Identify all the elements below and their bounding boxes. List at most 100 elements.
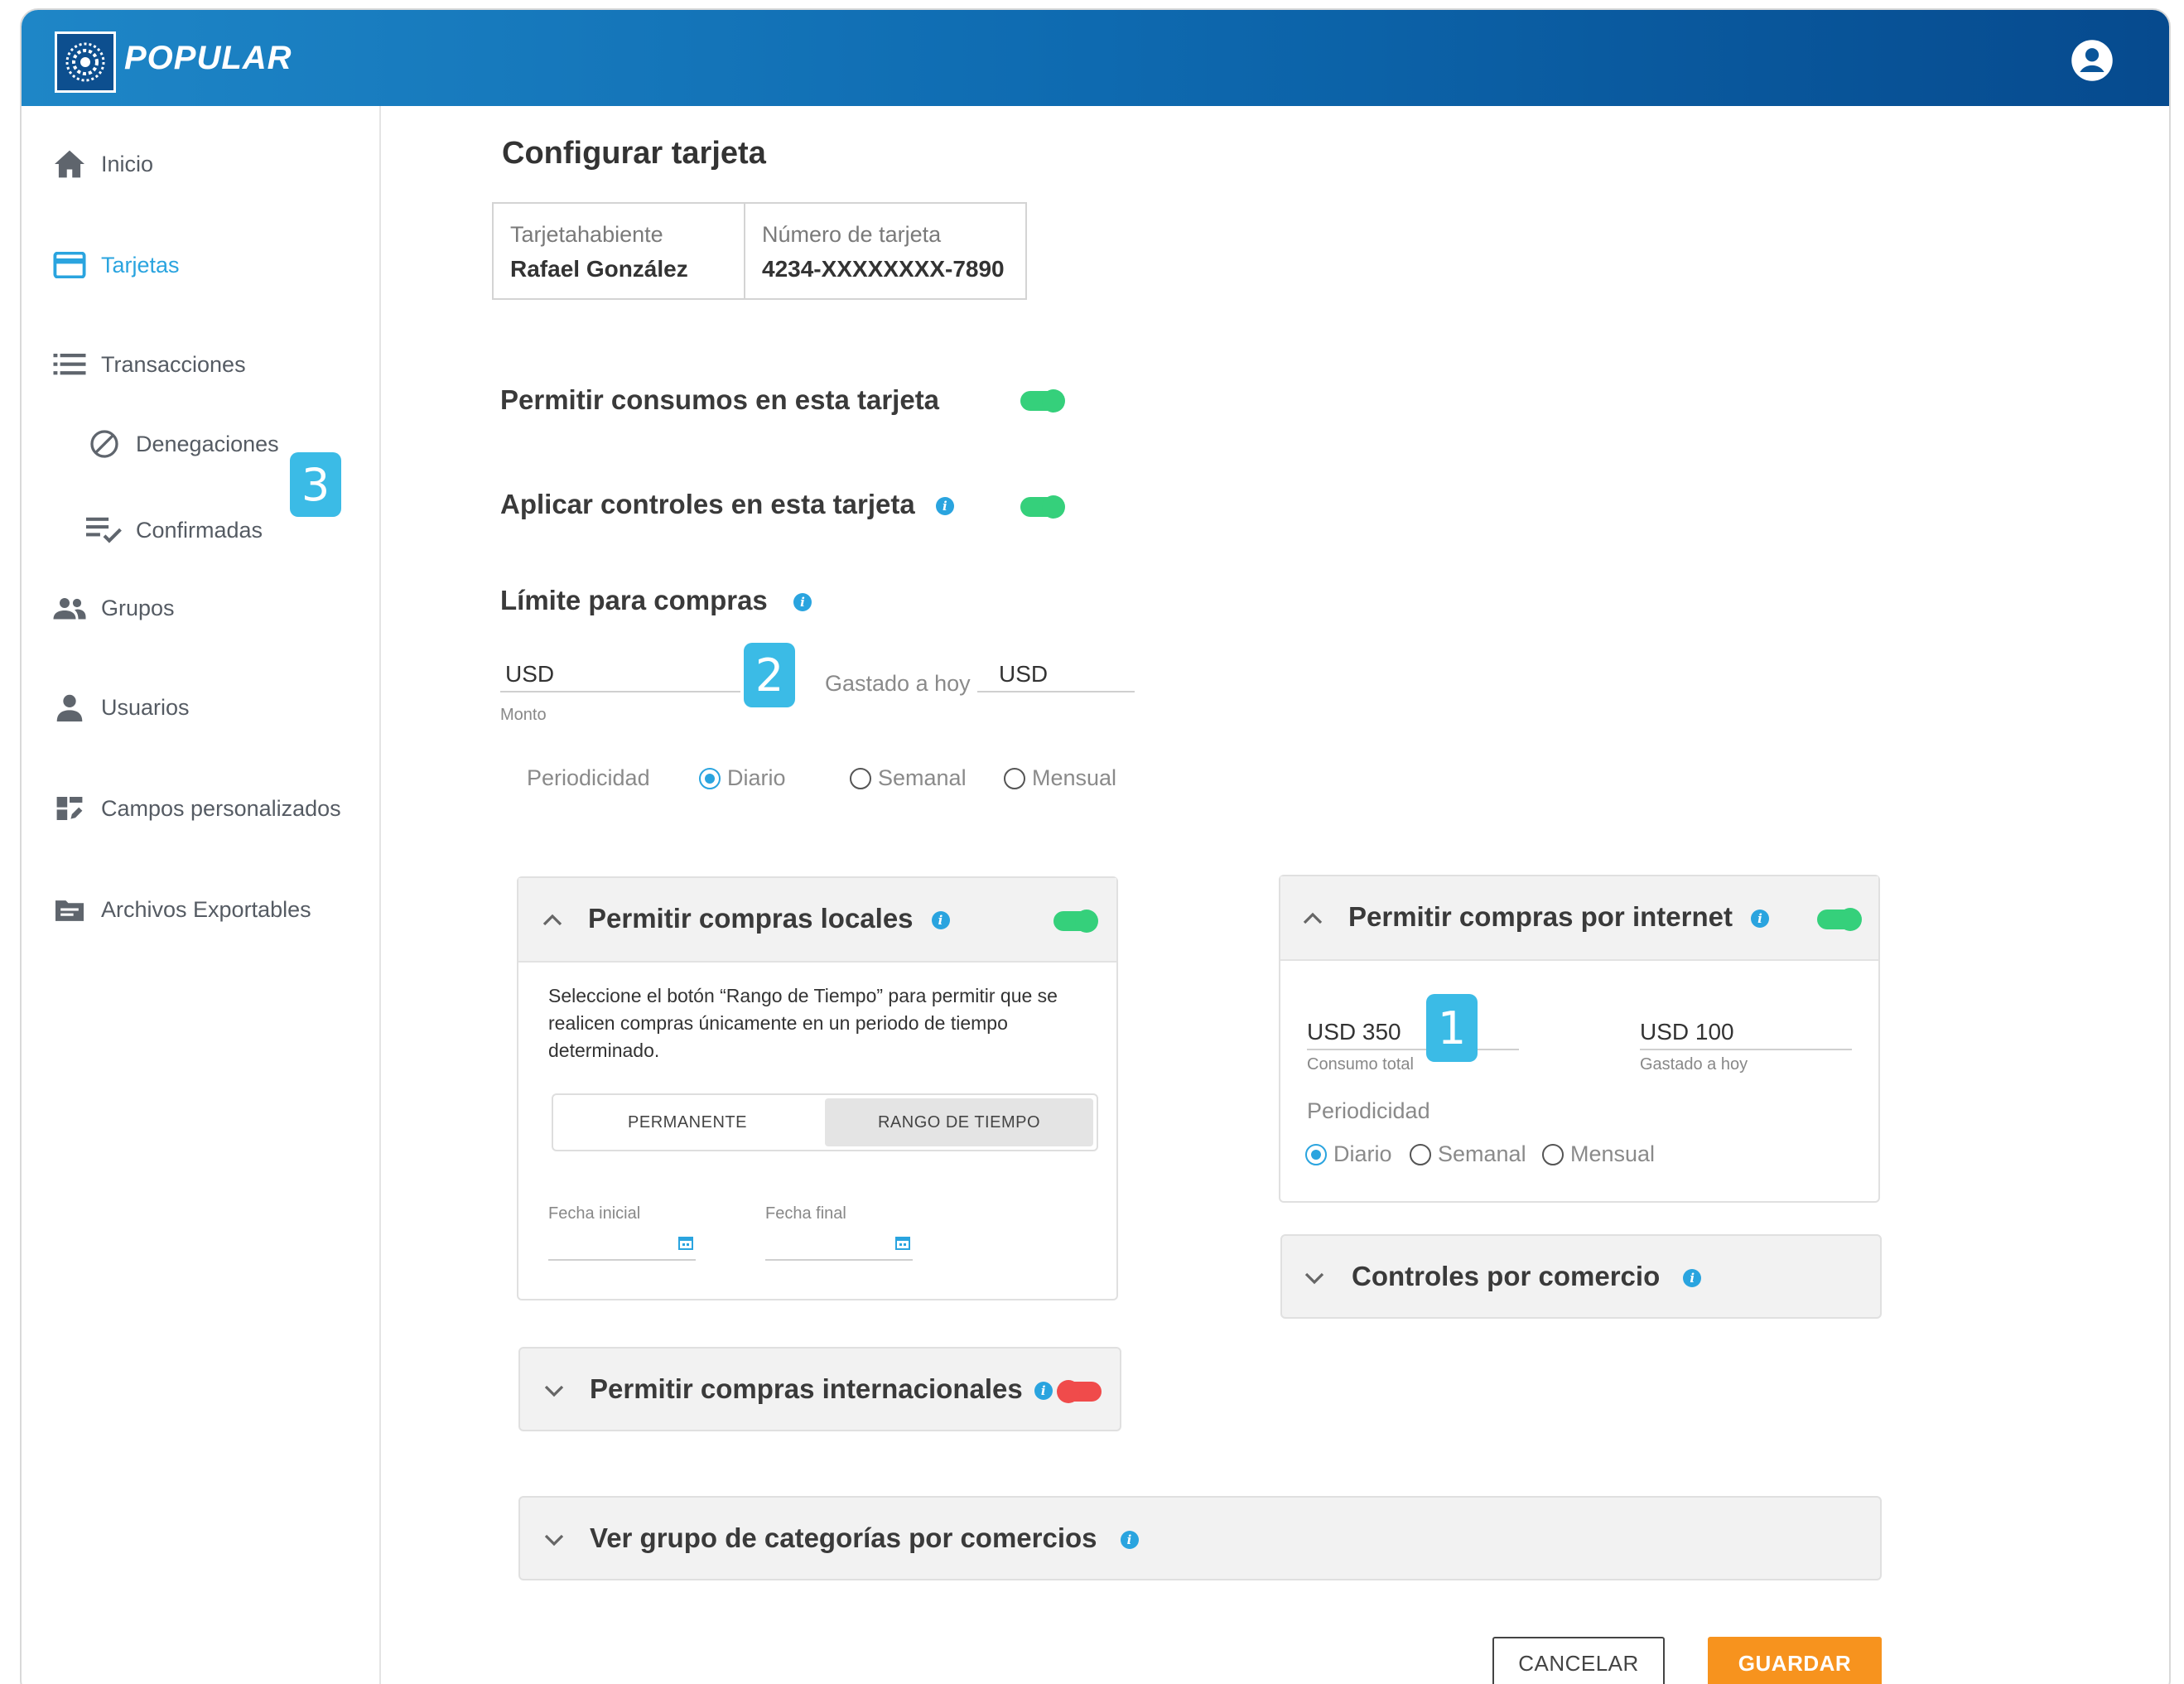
- local-purchases-description: Seleccione el botón “Rango de Tiempo” pa…: [548, 985, 1058, 1061]
- chevron-down-icon[interactable]: [542, 1378, 566, 1403]
- purchase-limit-heading: Límite para compras i: [500, 585, 812, 616]
- sidebar-item-denegaciones[interactable]: Denegaciones: [86, 426, 279, 462]
- home-icon: [51, 146, 88, 182]
- sidebar-item-label: Archivos Exportables: [101, 896, 311, 922]
- internet-period-weekly-radio[interactable]: Semanal: [1410, 1141, 1526, 1167]
- logo-icon: [55, 31, 116, 93]
- international-purchases-title: Permitir compras internacionales i: [590, 1373, 1053, 1405]
- folder-icon: [51, 891, 88, 928]
- info-icon[interactable]: i: [931, 911, 950, 930]
- app-window: POPULAR Inicio Tarjetas Transacciones De…: [20, 8, 2171, 1684]
- radio-label: Semanal: [1438, 1141, 1526, 1166]
- internet-spent-input[interactable]: [1640, 1049, 1852, 1050]
- sidebar-item-confirmadas[interactable]: Confirmadas: [86, 512, 263, 548]
- card-number-value: 4234-XXXXXXXX-7890: [762, 256, 1005, 282]
- cancel-button[interactable]: CANCELAR: [1492, 1637, 1665, 1684]
- apply-controls-toggle[interactable]: [1020, 495, 1065, 519]
- info-icon[interactable]: i: [1034, 1382, 1053, 1401]
- international-purchases-toggle[interactable]: [1057, 1380, 1102, 1403]
- calendar-icon[interactable]: [894, 1234, 911, 1251]
- sidebar-item-label: Tarjetas: [101, 252, 180, 277]
- credit-card-icon: [51, 247, 88, 283]
- sidebar-item-label: Transacciones: [101, 351, 246, 377]
- sidebar-item-transacciones[interactable]: Transacciones: [51, 346, 246, 383]
- callout-badge-3: 3: [290, 452, 341, 517]
- apply-controls-text: Aplicar controles en esta tarjeta: [500, 489, 915, 519]
- seg-time-range[interactable]: RANGO DE TIEMPO: [825, 1098, 1093, 1146]
- period-daily-radio[interactable]: Diario: [699, 765, 786, 791]
- local-purchases-header[interactable]: Permitir compras locales i: [518, 878, 1116, 963]
- sidebar-item-inicio[interactable]: Inicio: [51, 146, 153, 182]
- sidebar-item-label: Inicio: [101, 151, 154, 176]
- radio-selected-icon: [699, 767, 721, 789]
- sidebar-item-campos-personalizados[interactable]: Campos personalizados: [51, 790, 341, 827]
- cardholder-cell: Tarjetahabiente Rafael González: [494, 204, 745, 298]
- info-icon[interactable]: i: [1750, 910, 1769, 929]
- radio-label: Mensual: [1032, 765, 1117, 790]
- sidebar-item-label: Campos personalizados: [101, 795, 341, 821]
- internet-total-label: Consumo total: [1307, 1055, 1414, 1074]
- info-icon[interactable]: i: [935, 497, 954, 516]
- info-icon[interactable]: i: [1683, 1269, 1702, 1288]
- merchant-controls-panel[interactable]: Controles por comercio i: [1280, 1234, 1882, 1319]
- merchant-controls-title: Controles por comercio i: [1352, 1261, 1702, 1292]
- international-purchases-panel[interactable]: Permitir compras internacionales i: [518, 1347, 1121, 1431]
- international-purchases-title-text: Permitir compras internacionales: [590, 1373, 1023, 1404]
- radio-label: Semanal: [878, 765, 967, 790]
- internet-periodicity-label: Periodicidad: [1307, 1098, 1430, 1123]
- seg-permanent[interactable]: PERMANENTE: [553, 1095, 822, 1150]
- end-date-label: Fecha final: [765, 1204, 846, 1223]
- spent-today-input[interactable]: [977, 691, 1135, 692]
- sidebar-item-archivos-exportables[interactable]: Archivos Exportables: [51, 891, 311, 928]
- end-date-input[interactable]: [765, 1259, 913, 1261]
- internet-period-daily-radio[interactable]: Diario: [1305, 1141, 1392, 1167]
- local-purchases-title-text: Permitir compras locales: [588, 903, 914, 934]
- apply-controls-label: Aplicar controles en esta tarjeta i: [500, 489, 954, 520]
- save-button[interactable]: GUARDAR: [1708, 1637, 1882, 1684]
- allow-consumption-toggle[interactable]: [1020, 389, 1065, 413]
- internet-purchases-toggle[interactable]: [1817, 908, 1862, 931]
- radio-icon: [850, 767, 871, 789]
- info-icon[interactable]: i: [1120, 1531, 1139, 1550]
- period-monthly-radio[interactable]: Mensual: [1004, 765, 1116, 791]
- limit-amount-input[interactable]: [500, 691, 740, 692]
- cardholder-label: Tarjetahabiente: [510, 222, 663, 247]
- groups-icon: [51, 590, 88, 626]
- chevron-down-icon[interactable]: [1302, 1266, 1327, 1291]
- internet-total-value: USD 350: [1307, 1019, 1401, 1045]
- chevron-up-icon[interactable]: [1300, 906, 1325, 931]
- periodicity-label: Periodicidad: [527, 765, 650, 790]
- sidebar-item-grupos[interactable]: Grupos: [51, 590, 175, 626]
- local-purchases-toggle[interactable]: [1053, 910, 1098, 933]
- chevron-down-icon[interactable]: [542, 1527, 566, 1552]
- start-date-input[interactable]: [548, 1259, 696, 1261]
- radio-label: Diario: [1333, 1141, 1392, 1166]
- purchase-limit-text: Límite para compras: [500, 585, 768, 615]
- period-weekly-radio[interactable]: Semanal: [850, 765, 967, 791]
- dashboard-edit-icon: [51, 790, 88, 827]
- callout-badge-2: 2: [744, 643, 795, 707]
- logo-text: POPULAR: [124, 40, 292, 76]
- local-purchases-title: Permitir compras locales i: [588, 903, 950, 934]
- allow-consumption-label: Permitir consumos en esta tarjeta: [500, 384, 940, 415]
- internet-spent-value: USD 100: [1640, 1019, 1734, 1045]
- playlist-check-icon: [86, 512, 123, 548]
- internet-total-input[interactable]: [1307, 1049, 1519, 1050]
- account-icon[interactable]: [2070, 38, 2114, 83]
- internet-period-monthly-radio[interactable]: Mensual: [1542, 1141, 1655, 1167]
- spent-currency: USD: [999, 661, 1049, 687]
- sidebar-item-usuarios[interactable]: Usuarios: [51, 689, 190, 726]
- info-icon[interactable]: i: [793, 593, 812, 612]
- sidebar: Inicio Tarjetas Transacciones Denegacion…: [22, 106, 381, 1684]
- radio-selected-icon: [1305, 1143, 1327, 1165]
- chevron-up-icon[interactable]: [540, 908, 565, 933]
- time-mode-segmented-control: PERMANENTE RANGO DE TIEMPO: [552, 1093, 1098, 1151]
- internet-purchases-header[interactable]: Permitir compras por internet i: [1280, 876, 1878, 961]
- merchant-categories-panel[interactable]: Ver grupo de categorías por comercios i: [518, 1496, 1882, 1580]
- radio-label: Diario: [727, 765, 786, 790]
- card-number-cell: Número de tarjeta 4234-XXXXXXXX-7890: [745, 204, 1021, 298]
- calendar-icon[interactable]: [677, 1234, 694, 1251]
- sidebar-item-tarjetas[interactable]: Tarjetas: [51, 247, 180, 283]
- card-number-label: Número de tarjeta: [762, 222, 942, 247]
- limit-currency: USD: [505, 661, 555, 687]
